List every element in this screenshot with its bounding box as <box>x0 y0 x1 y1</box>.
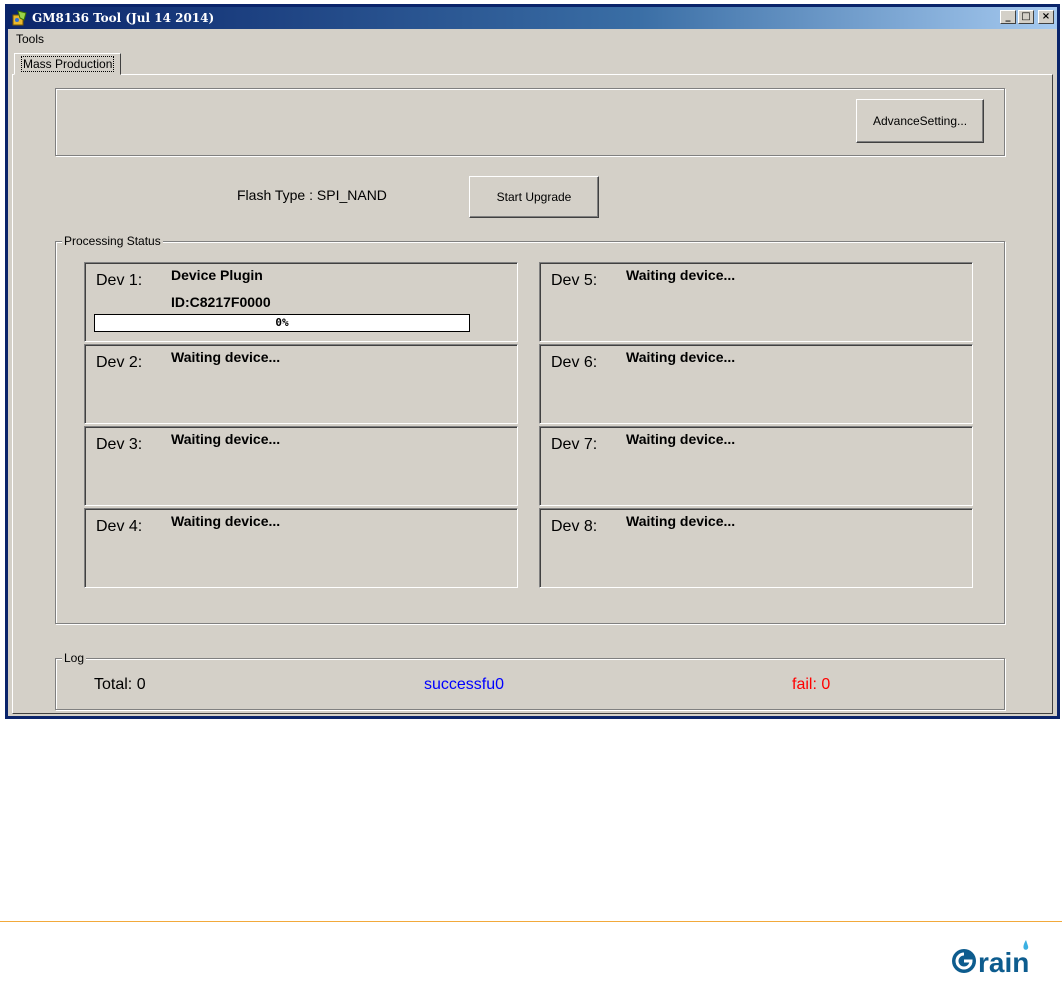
device-slot-8: Dev 8: Waiting device... <box>539 508 973 588</box>
settings-panel: AdvanceSetting... <box>55 88 1005 156</box>
client-area: Tools Mass Production AdvanceSetting... … <box>8 29 1057 716</box>
device-label: Dev 3: <box>96 436 143 453</box>
device-status: Device Plugin <box>171 267 263 283</box>
menu-tools[interactable]: Tools <box>16 32 44 46</box>
minimize-button[interactable]: _ <box>1000 10 1016 24</box>
device-status: Waiting device... <box>626 349 736 365</box>
processing-status-group: Processing Status Dev 1: Device Plugin I… <box>55 234 1005 624</box>
tab-mass-production[interactable]: Mass Production <box>14 53 122 75</box>
tab-page-mass-production: AdvanceSetting... Flash Type : SPI_NAND … <box>12 74 1053 714</box>
device-id: ID:C8217F0000 <box>171 294 271 310</box>
window-title: GM8136 Tool (Jul 14 2014) <box>32 11 215 25</box>
progress-text: 0% <box>275 316 289 329</box>
device-label: Dev 2: <box>96 354 143 371</box>
device-status: Waiting device... <box>171 431 281 447</box>
svg-text:rain: rain <box>978 947 1029 978</box>
flash-type-label: Flash Type : SPI_NAND <box>237 187 387 203</box>
device-status: Waiting device... <box>171 349 281 365</box>
device-slot-3: Dev 3: Waiting device... <box>84 426 518 506</box>
device-slot-7: Dev 7: Waiting device... <box>539 426 973 506</box>
device-label: Dev 1: <box>96 272 143 289</box>
advance-setting-button[interactable]: AdvanceSetting... <box>856 99 984 143</box>
title-bar[interactable]: GM8136 Tool (Jul 14 2014) _ □ × <box>8 7 1057 29</box>
window-controls: _ □ × <box>1000 10 1054 24</box>
log-fail: fail: 0 <box>792 676 831 693</box>
device-status: Waiting device... <box>626 267 736 283</box>
menu-bar: Tools <box>8 29 1057 48</box>
device-label: Dev 5: <box>551 272 598 289</box>
log-group: Log Total: 0 successfu0 fail: 0 <box>55 651 1005 710</box>
footer-divider <box>0 921 1062 922</box>
device-label: Dev 4: <box>96 518 143 535</box>
device-slot-6: Dev 6: Waiting device... <box>539 344 973 424</box>
device-slot-4: Dev 4: Waiting device... <box>84 508 518 588</box>
app-window: GM8136 Tool (Jul 14 2014) _ □ × Tools Ma… <box>5 4 1060 719</box>
device-status: Waiting device... <box>171 513 281 529</box>
close-button[interactable]: × <box>1038 10 1054 24</box>
device-slot-2: Dev 2: Waiting device... <box>84 344 518 424</box>
device-slot-1: Dev 1: Device Plugin ID:C8217F0000 0% <box>84 262 518 342</box>
processing-status-title: Processing Status <box>62 234 163 248</box>
device-slot-5: Dev 5: Waiting device... <box>539 262 973 342</box>
progress-bar: 0% <box>94 314 470 332</box>
tab-label: Mass Production <box>21 56 115 72</box>
device-label: Dev 6: <box>551 354 598 371</box>
log-total: Total: 0 <box>94 676 146 693</box>
maximize-button[interactable]: □ <box>1018 10 1034 24</box>
app-icon <box>12 10 27 26</box>
device-label: Dev 7: <box>551 436 598 453</box>
log-success: successfu0 <box>424 676 505 693</box>
log-title: Log <box>62 651 87 665</box>
start-upgrade-button[interactable]: Start Upgrade <box>469 176 599 218</box>
device-status: Waiting device... <box>626 431 736 447</box>
device-label: Dev 8: <box>551 518 598 535</box>
device-status: Waiting device... <box>626 513 736 529</box>
grain-logo: rain <box>952 940 1029 978</box>
